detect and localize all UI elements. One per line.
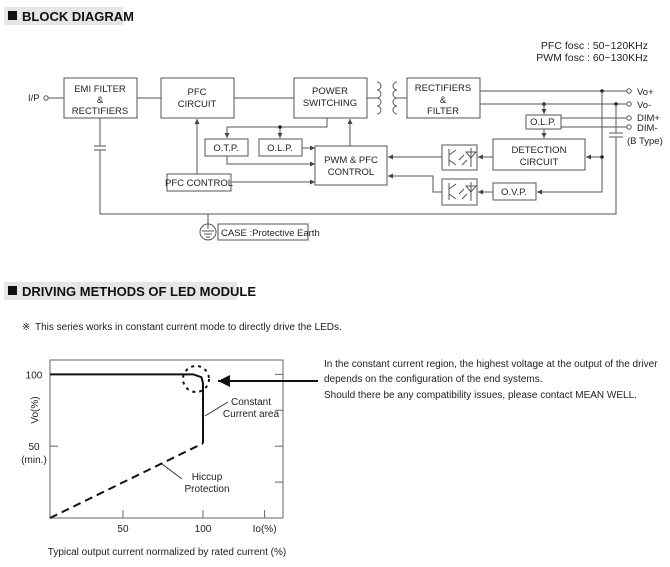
- case-protective-earth-label: CASE :Protective Earth: [217, 223, 320, 241]
- svg-text:Hiccup: Hiccup: [192, 472, 223, 483]
- highlight-circle: [182, 365, 210, 393]
- optocoupler-icon: [441, 178, 478, 206]
- optocoupler-icon: [441, 144, 478, 171]
- svg-text:&: &: [440, 95, 447, 106]
- y-axis-label: Vo(%): [30, 396, 41, 423]
- vo-io-chart: 50 100 Io(%) 100 50 (min.) Vo(%) Constant Cur…: [21, 359, 286, 558]
- svg-text:PFC fosc : 50~120KHz: PFC fosc : 50~120KHz: [541, 40, 648, 52]
- svg-text:CIRCUIT: CIRCUIT: [178, 99, 217, 110]
- input-terminal: [43, 95, 49, 101]
- chart-frame: [49, 359, 284, 519]
- svg-text:DRIVING METHODS OF LED MODULE: DRIVING METHODS OF LED MODULE: [22, 284, 256, 299]
- input-label: I/P: [28, 93, 40, 104]
- hiccup-line: [49, 442, 204, 519]
- svg-text:CASE :Protective Earth: CASE :Protective Earth: [221, 228, 320, 239]
- ground-icon: [199, 214, 217, 241]
- series-note: ※ This series works in constant current …: [22, 322, 342, 333]
- x-tick-label: 100: [195, 524, 212, 535]
- ovp-block: O.V.P.: [492, 182, 537, 201]
- svg-text:depends on the configuration o: depends on the configuration of the end …: [324, 374, 542, 385]
- svg-text:PWM fosc : 60~130KHz: PWM fosc : 60~130KHz: [536, 52, 648, 64]
- svg-text:O.L.P.: O.L.P.: [530, 117, 556, 128]
- svg-text:CIRCUIT: CIRCUIT: [520, 157, 559, 168]
- svg-text:O.T.P.: O.T.P.: [213, 143, 238, 154]
- constant-current-annotation: Constant Current area: [204, 397, 280, 420]
- x-tick-label: 50: [117, 524, 129, 535]
- emi-filter-block: EMI FILTER & RECTIFIERS: [63, 77, 138, 119]
- transformer-icon: [367, 81, 407, 115]
- svg-text:CONTROL: CONTROL: [328, 167, 374, 178]
- block-diagram-heading: BLOCK DIAGRAM: [4, 7, 134, 25]
- svg-text:FILTER: FILTER: [427, 106, 459, 117]
- constant-current-line: [50, 373, 204, 444]
- olp-block-left: O.L.P.: [258, 138, 303, 157]
- callout-text: In the constant current region, the high…: [324, 359, 658, 401]
- vo-minus-label: Vo-: [637, 100, 651, 111]
- b-type-label: (B Type): [627, 136, 663, 147]
- svg-text:Protection: Protection: [184, 484, 229, 495]
- svg-text:PFC: PFC: [188, 87, 207, 98]
- svg-text:O.L.P.: O.L.P.: [267, 143, 293, 154]
- power-switching-block: POWER SWITCHING: [293, 77, 368, 119]
- svg-text:PWM & PFC: PWM & PFC: [324, 155, 378, 166]
- frequency-specs: PFC fosc : 50~120KHz PWM fosc : 60~130KH…: [536, 40, 648, 64]
- svg-text:In the constant current region: In the constant current region, the high…: [324, 359, 658, 370]
- y-tick-sublabel: (min.): [21, 455, 47, 466]
- svg-text:※: ※: [22, 322, 30, 333]
- pfc-control-block: PFC CONTROL: [165, 173, 233, 192]
- datasheet-page: BLOCK DIAGRAM PFC fosc : 50~120KHz PWM f…: [4, 7, 663, 558]
- svg-text:RECTIFIERS: RECTIFIERS: [72, 106, 128, 117]
- driving-methods-heading: DRIVING METHODS OF LED MODULE: [4, 282, 256, 300]
- vo-plus-label: Vo+: [637, 87, 654, 98]
- pfc-circuit-block: PFC CIRCUIT: [160, 77, 235, 119]
- svg-text:O.V.P.: O.V.P.: [501, 187, 527, 198]
- svg-text:EMI FILTER: EMI FILTER: [74, 84, 126, 95]
- svg-text:DETECTION: DETECTION: [512, 145, 567, 156]
- y-tick-label: 100: [26, 370, 43, 381]
- olp-block-right: O.L.P.: [525, 114, 562, 130]
- dim-minus-label: DIM-: [637, 123, 658, 134]
- svg-text:Constant: Constant: [231, 397, 271, 408]
- svg-text:Should there be any compatibil: Should there be any compatibility issues…: [324, 390, 637, 401]
- chart-caption: Typical output current normalized by rat…: [48, 547, 286, 558]
- svg-text:BLOCK DIAGRAM: BLOCK DIAGRAM: [22, 9, 134, 24]
- svg-text:POWER: POWER: [312, 86, 348, 97]
- detection-circuit-block: DETECTION CIRCUIT: [492, 138, 586, 171]
- otp-block: O.T.P.: [204, 138, 249, 157]
- svg-text:PFC CONTROL: PFC CONTROL: [165, 178, 233, 189]
- pwm-pfc-control-block: PWM & PFC CONTROL: [314, 145, 388, 186]
- y-tick-label: 50: [28, 442, 40, 453]
- x-tick-label: Io(%): [253, 524, 277, 535]
- rectifiers-filter-block: RECTIFIERS & FILTER: [406, 77, 481, 119]
- svg-text:RECTIFIERS: RECTIFIERS: [415, 83, 471, 94]
- svg-text:This series works in constant: This series works in constant current mo…: [35, 322, 342, 333]
- svg-text:&: &: [97, 95, 104, 106]
- block-diagram: I/P EMI FILTER & RECTIFIERS PFC CIRCUIT …: [28, 77, 663, 241]
- svg-text:SWITCHING: SWITCHING: [303, 98, 357, 109]
- svg-text:Current area: Current area: [223, 409, 280, 420]
- hiccup-protection-annotation: Hiccup Protection: [161, 463, 230, 495]
- output-terminals: Vo+ Vo- DIM+ DIM- (B Type): [626, 87, 663, 147]
